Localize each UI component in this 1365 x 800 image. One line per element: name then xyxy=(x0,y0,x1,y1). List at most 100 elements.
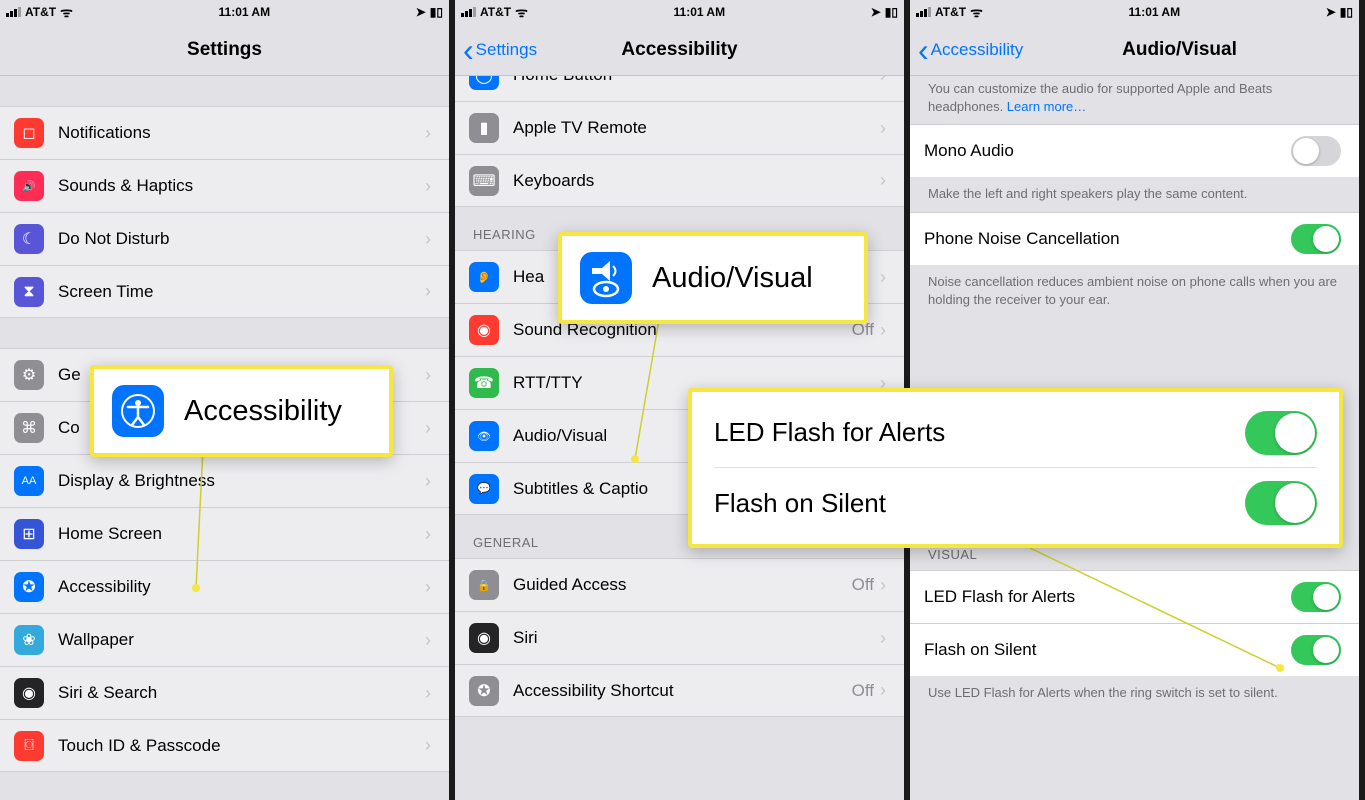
row-wallpaper[interactable]: ❀ Wallpaper› xyxy=(0,613,449,666)
accessibility-icon: ✪ xyxy=(14,572,44,602)
row-mono-audio[interactable]: Mono Audio xyxy=(910,124,1359,177)
row-noise-cancel[interactable]: Phone Noise Cancellation xyxy=(910,212,1359,265)
clock: 11:01 AM xyxy=(1129,5,1181,19)
noise-label: Phone Noise Cancellation xyxy=(924,229,1291,249)
row-label: Home Button xyxy=(513,76,880,85)
chevron-icon: › xyxy=(425,471,431,492)
callout-label: Accessibility xyxy=(184,395,342,428)
row-label: Notifications xyxy=(58,123,425,143)
row-sounds-haptics[interactable]: 🔊Sounds & Haptics› xyxy=(0,159,449,212)
clock: 11:01 AM xyxy=(674,5,726,19)
back-button[interactable]: Accessibility xyxy=(918,34,1023,66)
row-keyboards[interactable]: ⌨Keyboards› xyxy=(455,154,904,207)
wifi-icon: ᯤ xyxy=(60,3,73,22)
row-value: Off xyxy=(852,575,874,595)
subtitles-captio-icon: 💬 xyxy=(469,474,499,504)
chevron-icon: › xyxy=(425,630,431,651)
callout-silent-label: Flash on Silent xyxy=(714,488,886,519)
learn-more-link[interactable]: Learn more… xyxy=(1007,99,1086,114)
chevron-icon: › xyxy=(425,176,431,197)
chevron-icon: › xyxy=(880,267,886,288)
statusbar: AT&T ᯤ 11:01 AM ➤▮▯ xyxy=(910,0,1359,24)
chevron-icon: › xyxy=(425,229,431,250)
co-icon: ⌘ xyxy=(14,413,44,443)
row-siri[interactable]: ◉Siri› xyxy=(455,611,904,664)
row-label: Guided Access xyxy=(513,575,852,595)
carrier: AT&T xyxy=(25,5,56,19)
chevron-icon: › xyxy=(880,76,886,86)
row-label: Keyboards xyxy=(513,171,880,191)
row-accessibility-shortcut[interactable]: ✪Accessibility ShortcutOff› xyxy=(455,664,904,717)
rtt-tty-icon: ☎ xyxy=(469,368,499,398)
mono-label: Mono Audio xyxy=(924,141,1291,161)
touch-id-passcode-icon: ⌼ xyxy=(14,731,44,761)
guided-access-icon: 🔒 xyxy=(469,570,499,600)
accessibility-icon xyxy=(112,385,164,437)
row-label: Siri xyxy=(513,628,880,648)
row-apple-tv-remote[interactable]: ▮Apple TV Remote› xyxy=(455,101,904,154)
battery-icon: ▮▯ xyxy=(430,5,443,19)
row-home-button[interactable]: ◯ Home Button› xyxy=(455,76,904,101)
signal-icon xyxy=(461,7,476,17)
chevron-icon: › xyxy=(425,281,431,302)
signal-icon xyxy=(6,7,21,17)
phone-settings: AT&T ᯤ 11:01 AM ➤▮▯ Settings ◻Notificati… xyxy=(0,0,455,800)
signal-icon xyxy=(916,7,931,17)
siri-icon: ◉ xyxy=(469,623,499,653)
chevron-icon: › xyxy=(880,118,886,139)
led-label: LED Flash for Alerts xyxy=(924,587,1291,607)
chevron-icon: › xyxy=(425,524,431,545)
row-label: Screen Time xyxy=(58,282,425,302)
chevron-icon: › xyxy=(425,735,431,756)
row-label: Siri & Search xyxy=(58,683,425,703)
row-led-flash[interactable]: LED Flash for Alerts xyxy=(910,570,1359,623)
chevron-icon: › xyxy=(425,123,431,144)
carrier: AT&T xyxy=(480,5,511,19)
navbar: Settings Accessibility xyxy=(455,24,904,76)
intro-text: You can customize the audio for supporte… xyxy=(910,76,1359,124)
callout-silent-toggle[interactable] xyxy=(1245,481,1317,525)
row-do-not-disturb[interactable]: ☾Do Not Disturb› xyxy=(0,212,449,265)
ge-icon: ⚙ xyxy=(14,360,44,390)
carrier: AT&T xyxy=(935,5,966,19)
back-button[interactable]: Settings xyxy=(463,34,537,66)
row-touch-id-passcode[interactable]: ⌼Touch ID & Passcode› xyxy=(0,719,449,772)
led-toggle[interactable] xyxy=(1291,582,1341,612)
callout-accessibility: Accessibility xyxy=(90,365,393,457)
callout-label: Audio/Visual xyxy=(652,262,813,295)
callout-led-toggle[interactable] xyxy=(1245,411,1317,455)
silent-note: Use LED Flash for Alerts when the ring s… xyxy=(910,676,1359,710)
chevron-icon: › xyxy=(880,320,886,341)
row-display-brightness[interactable]: AADisplay & Brightness› xyxy=(0,454,449,507)
silent-toggle[interactable] xyxy=(1291,635,1341,665)
navbar: Accessibility Audio/Visual xyxy=(910,24,1359,76)
mono-note: Make the left and right speakers play th… xyxy=(910,177,1359,211)
row-label: Display & Brightness xyxy=(58,471,425,491)
clock: 11:01 AM xyxy=(219,5,271,19)
chevron-icon: › xyxy=(425,577,431,598)
callout-led-flash: LED Flash for Alerts Flash on Silent xyxy=(688,388,1343,548)
wifi-icon: ᯤ xyxy=(970,3,983,22)
screen-time-icon: ⧗ xyxy=(14,277,44,307)
row-notifications[interactable]: ◻Notifications› xyxy=(0,106,449,159)
accessibility-shortcut-icon: ✪ xyxy=(469,676,499,706)
row-screen-time[interactable]: ⧗ Screen Time› xyxy=(0,265,449,318)
row-label: Apple TV Remote xyxy=(513,118,880,138)
mono-toggle[interactable] xyxy=(1291,136,1341,166)
noise-toggle[interactable] xyxy=(1291,224,1341,254)
home-button-icon: ◯ xyxy=(469,76,499,90)
row-siri-search[interactable]: ◉Siri & Search› xyxy=(0,666,449,719)
statusbar: AT&T ᯤ 11:01 AM ➤ ▮▯ xyxy=(0,0,449,24)
row-label: Sounds & Haptics xyxy=(58,176,425,196)
row-value: Off xyxy=(852,681,874,701)
location-icon: ➤ xyxy=(416,5,426,19)
row-flash-silent[interactable]: Flash on Silent xyxy=(910,623,1359,676)
silent-label: Flash on Silent xyxy=(924,640,1291,660)
row-accessibility[interactable]: ✪Accessibility› xyxy=(0,560,449,613)
row-home-screen[interactable]: ⊞Home Screen› xyxy=(0,507,449,560)
statusbar: AT&T ᯤ 11:01 AM ➤▮▯ xyxy=(455,0,904,24)
row-label: Wallpaper xyxy=(58,630,425,650)
chevron-icon: › xyxy=(880,680,886,701)
wallpaper-icon: ❀ xyxy=(14,625,44,655)
row-guided-access[interactable]: 🔒Guided AccessOff› xyxy=(455,558,904,611)
